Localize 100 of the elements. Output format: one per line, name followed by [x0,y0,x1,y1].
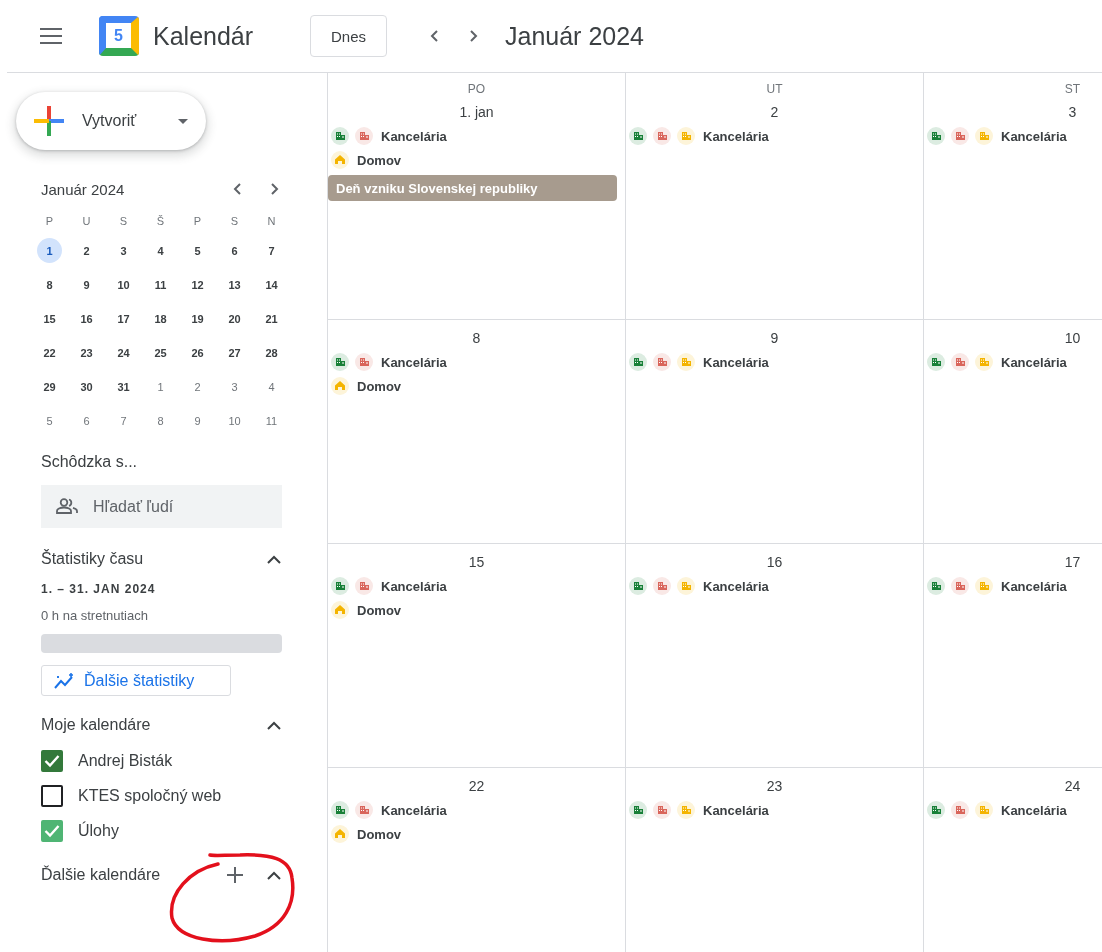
mini-calendar-day[interactable]: 12 [185,272,210,297]
day-number[interactable]: 3 [1068,104,1077,120]
event-label: Kancelária [381,578,447,594]
building-icon [629,577,647,595]
mini-calendar-day[interactable]: 10 [111,272,136,297]
mini-calendar-day[interactable]: 5 [185,238,210,263]
mini-calendar-day[interactable]: 6 [222,238,247,263]
mini-calendar-day[interactable]: 10 [222,408,247,433]
mini-calendar-day[interactable]: 22 [37,340,62,365]
period-title: Január 2024 [505,21,644,51]
building-icon [975,353,993,371]
mini-calendar-day[interactable]: 5 [37,408,62,433]
day-number[interactable]: 22 [468,778,485,794]
mini-calendar-day[interactable]: 3 [111,238,136,263]
mini-calendar-day[interactable]: 8 [37,272,62,297]
building-icon [355,353,373,371]
event-label: Kancelária [703,578,769,594]
mini-calendar-day[interactable]: 8 [148,408,173,433]
calendar-name: KTES spoločný web [78,787,222,805]
mini-calendar-day[interactable]: 27 [222,340,247,365]
day-number[interactable]: 23 [766,778,783,794]
building-icon [951,127,969,145]
calendar-checkbox[interactable] [41,750,63,772]
mini-calendar-day[interactable]: 2 [185,374,210,399]
building-icon [331,127,349,145]
weekday-label: P [192,214,203,229]
mini-calendar-day[interactable]: 9 [185,408,210,433]
mini-calendar-day[interactable]: 19 [185,306,210,331]
mini-calendar-day[interactable]: 7 [259,238,284,263]
more-insights-button[interactable]: Ďalšie štatistiky [41,665,231,696]
building-icon [355,801,373,819]
day-number[interactable]: 1. jan [459,104,494,120]
mini-calendar-day[interactable]: 25 [148,340,173,365]
mini-calendar-day[interactable]: 30 [74,374,99,399]
calendar-checkbox[interactable] [41,820,63,842]
mini-calendar-day[interactable]: 11 [259,408,284,433]
home-icon [331,601,349,619]
mini-calendar-day[interactable]: 1 [148,374,173,399]
people-icon [56,498,78,514]
mini-calendar-day[interactable]: 24 [111,340,136,365]
mini-calendar-day[interactable]: 14 [259,272,284,297]
day-number[interactable]: 2 [770,104,779,120]
building-icon [927,353,945,371]
building-icon [975,127,993,145]
mini-calendar-day[interactable]: 6 [74,408,99,433]
day-number[interactable]: 10 [1064,330,1081,346]
mini-calendar-day[interactable]: 1 [37,238,62,263]
event-label: Domov [357,378,402,394]
day-number[interactable]: 9 [770,330,779,346]
event-label: Kancelária [703,354,769,370]
weekday-label: Š [155,214,166,229]
mini-calendar-day[interactable]: 16 [74,306,99,331]
date-range: 1. – 31. JAN 2024 [41,582,157,596]
mini-calendar-day[interactable]: 3 [222,374,247,399]
building-icon [331,577,349,595]
mini-calendar-day[interactable]: 29 [37,374,62,399]
day-number[interactable]: 15 [468,554,485,570]
building-icon [927,801,945,819]
day-number[interactable]: 24 [1064,778,1081,794]
mini-calendar-day[interactable]: 20 [222,306,247,331]
day-number[interactable]: 17 [1064,554,1081,570]
building-icon [629,127,647,145]
event-label: Kancelária [1001,128,1067,144]
building-icon [355,127,373,145]
mini-calendar-day[interactable]: 2 [74,238,99,263]
building-icon [629,353,647,371]
building-icon [975,801,993,819]
section-title: Ďalšie kalendáre [41,866,161,884]
mini-calendar-day[interactable]: 11 [148,272,173,297]
mini-calendar-day[interactable]: 15 [37,306,62,331]
today-button[interactable]: Dnes [310,15,387,57]
building-icon [677,577,695,595]
building-icon [975,577,993,595]
day-number[interactable]: 16 [766,554,783,570]
building-icon [331,353,349,371]
create-button[interactable]: Vytvoriť [16,92,206,150]
building-icon [355,577,373,595]
building-icon [927,577,945,595]
weekday-label: P [44,214,55,229]
weekday-label: ST [1064,81,1081,97]
mini-calendar-day[interactable]: 7 [111,408,136,433]
mini-calendar-day[interactable]: 9 [74,272,99,297]
calendar-checkbox[interactable] [41,785,63,807]
mini-calendar-day[interactable]: 13 [222,272,247,297]
mini-calendar-day[interactable]: 17 [111,306,136,331]
event-label: Kancelária [703,802,769,818]
building-icon [951,353,969,371]
search-field[interactable]: Hľadať ľudí [41,485,282,528]
mini-calendar-day[interactable]: 4 [148,238,173,263]
day-number[interactable]: 8 [472,330,481,346]
mini-calendar-day[interactable]: 23 [74,340,99,365]
mini-calendar-day[interactable]: 4 [259,374,284,399]
building-icon [951,801,969,819]
mini-calendar-day[interactable]: 26 [185,340,210,365]
mini-calendar-day[interactable]: 28 [259,340,284,365]
mini-calendar-day[interactable]: 18 [148,306,173,331]
app-logo: 5 [99,16,139,56]
mini-calendar-day[interactable]: 31 [111,374,136,399]
mini-calendar-day[interactable]: 21 [259,306,284,331]
section-title: Schôdzka s... [41,453,138,471]
